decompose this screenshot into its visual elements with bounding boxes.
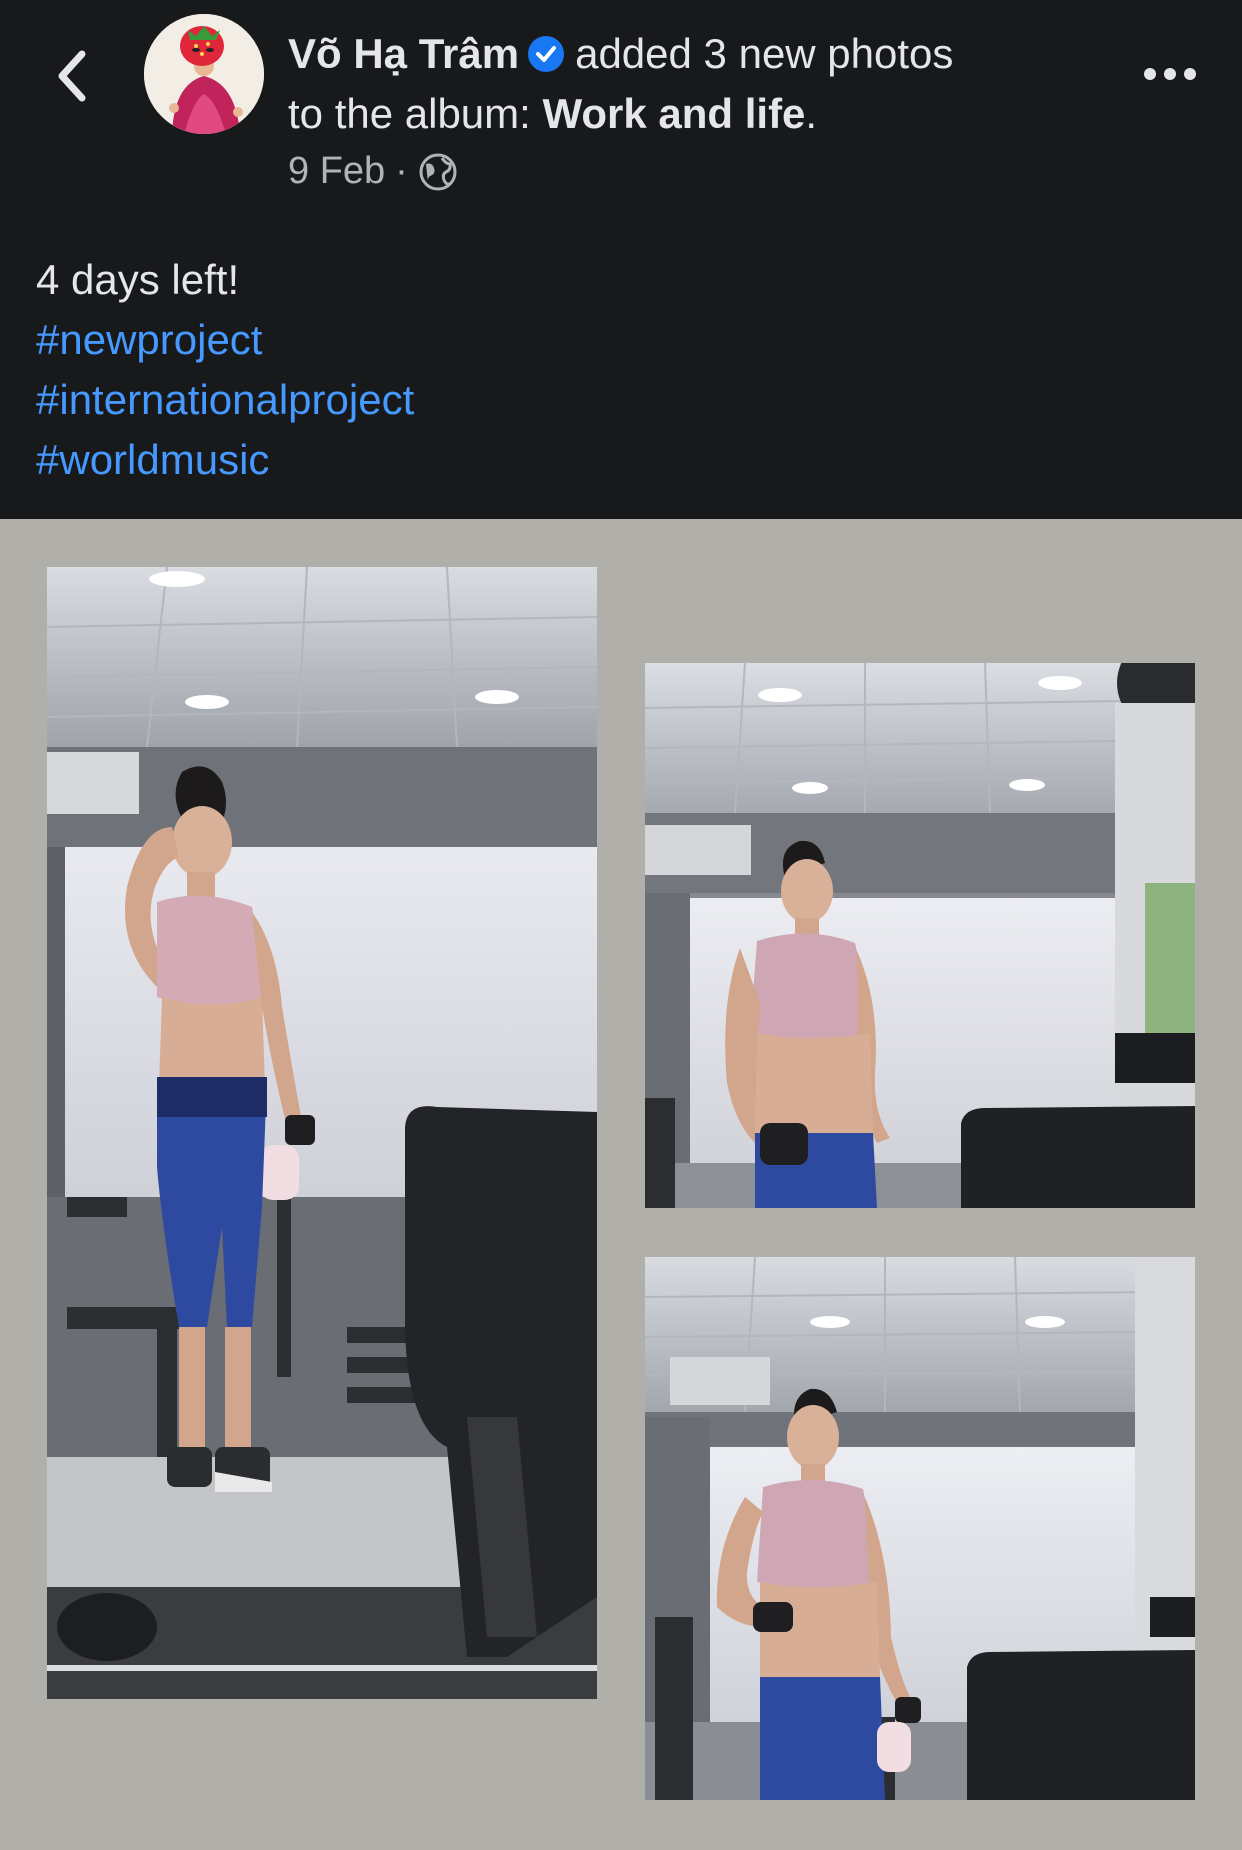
chevron-left-icon [58,50,86,102]
hashtag-newproject[interactable]: #newproject [36,310,414,370]
avatar[interactable] [144,14,264,134]
post-date[interactable]: 9 Feb [288,150,385,193]
post-header: Võ Hạ Trâm added 3 new photos to the albu… [0,0,1242,520]
author-name[interactable]: Võ Hạ Trâm [288,30,519,77]
post-body: 4 days left! #newproject #internationalp… [36,250,414,490]
verified-badge-icon [528,36,565,72]
photo-2[interactable] [645,663,1195,1208]
title-line-1: Võ Hạ Trâm added 3 new photos [288,24,1088,84]
title-line-2: to the album: Work and life. [288,84,1088,144]
more-options-button[interactable] [1140,50,1200,98]
hashtag-worldmusic[interactable]: #worldmusic [36,430,414,490]
post-text: 4 days left! [36,256,240,303]
post-meta: 9 Feb · [288,150,458,193]
action-text: added 3 new photos [575,30,954,77]
post-title: Võ Hạ Trâm added 3 new photos to the albu… [288,24,1088,144]
globe-icon [419,153,457,190]
album-prefix: to the album: [288,90,531,137]
meta-separator: · [395,150,408,192]
back-button[interactable] [44,44,104,104]
album-name[interactable]: Work and life [542,90,805,137]
hashtag-internationalproject[interactable]: #internationalproject [36,370,414,430]
more-horizontal-icon [1144,68,1196,80]
album-suffix: . [805,90,818,137]
photo-1[interactable] [47,567,597,1699]
photo-3[interactable] [645,1257,1195,1800]
